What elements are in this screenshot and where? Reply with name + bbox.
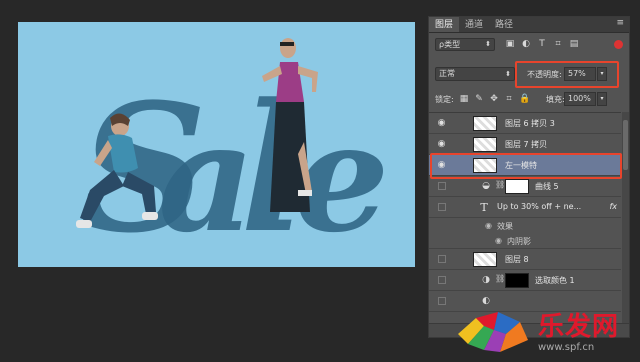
filter-kind-label: ρ类型 (439, 40, 461, 49)
blend-mode-select[interactable]: 正常 ⬍ (435, 67, 515, 81)
layer-mask-thumbnail (505, 179, 529, 194)
visibility-box[interactable] (438, 203, 446, 211)
visibility-box[interactable] (438, 297, 446, 305)
layer-row[interactable]: ◒ ⛓ 曲线 5 (429, 176, 621, 197)
fx-icon[interactable]: fx (609, 202, 617, 211)
layer-name: 左一模特 (505, 161, 537, 170)
visibility-box[interactable] (438, 276, 446, 284)
layer-thumbnail (473, 137, 497, 152)
fill-dropdown-icon[interactable]: ▾ (597, 92, 607, 106)
tab-layers[interactable]: 图层 (429, 17, 460, 32)
watermark: 乐发网 www.spf.cn (450, 300, 638, 360)
sale-artwork: S a l e (18, 22, 415, 267)
layer-row[interactable]: ◉ 图层 7 拷贝 (429, 134, 621, 155)
panel-menu-icon[interactable]: ≡ (611, 17, 629, 32)
lock-label: 锁定: (435, 95, 454, 104)
layer-name: 选取颜色 1 (535, 276, 575, 285)
effect-item-row[interactable]: ◉ 内阴影 (429, 233, 621, 249)
eye-icon[interactable]: ◉ (436, 160, 447, 170)
visibility-box[interactable] (438, 255, 446, 263)
fill-label: 填充: (546, 95, 565, 104)
watermark-url: www.spf.cn (538, 342, 595, 353)
chevron-down-icon: ⬍ (485, 40, 491, 48)
adjustment-filter-icon[interactable]: ◐ (521, 39, 531, 49)
layer-thumbnail (473, 116, 497, 131)
selective-color-icon: ◑ (482, 275, 490, 285)
eye-icon[interactable]: ◉ (495, 236, 502, 245)
layer-thumbnail (473, 252, 497, 267)
layer-row[interactable]: T Up to 30% off + ne... fx (429, 197, 621, 218)
eye-icon[interactable]: ◉ (436, 118, 447, 128)
filter-toggle-icon[interactable] (614, 40, 623, 49)
layer-name: 曲线 5 (535, 182, 559, 191)
smart-object-filter-icon[interactable]: ▤ (569, 39, 579, 49)
chain-link-icon[interactable]: ⛓ (495, 274, 505, 286)
brush-icon[interactable]: ✎ (474, 94, 484, 104)
layer-row[interactable]: ◑ ⛓ 选取颜色 1 (429, 270, 621, 291)
layer-row[interactable]: ◉ 图层 6 拷贝 3 (429, 113, 621, 134)
eye-icon[interactable]: ◉ (436, 139, 447, 149)
scrollbar-thumb[interactable] (623, 120, 628, 170)
lock-icon[interactable]: 🔒 (519, 94, 530, 104)
opacity-label: 不透明度: (527, 70, 562, 79)
move-icon[interactable]: ✥ (489, 94, 499, 104)
watermark-text: 乐发网 (538, 312, 620, 342)
type-filter-icon[interactable]: T (537, 39, 547, 49)
effects-label: 效果 (497, 222, 513, 231)
layer-list: ◉ 图层 6 拷贝 3 ◉ 图层 7 拷贝 ◉ 左一模特 ◒ ⛓ 曲线 5 T … (429, 112, 621, 324)
photoshop-workspace: S a l e (0, 0, 640, 362)
layer-row-selected[interactable]: ◉ 左一模特 (429, 155, 621, 176)
eye-icon[interactable]: ◉ (485, 221, 492, 230)
pixel-filter-icon[interactable]: ▣ (505, 39, 515, 49)
layer-thumbnail (473, 158, 497, 173)
filter-kind-select[interactable]: ρ类型 ⬍ (435, 38, 495, 51)
effects-row[interactable]: ◉ 效果 (429, 218, 621, 233)
chain-link-icon[interactable]: ⛓ (495, 180, 505, 192)
layers-panel: 图层 通道 路径 ≡ ρ类型 ⬍ ▣ ◐ T ⌗ ▤ 正常 ⬍ 不透明度: 57… (428, 16, 630, 338)
curves-icon: ◒ (482, 181, 490, 191)
blend-mode-value: 正常 (439, 69, 455, 78)
watermark-logo-icon (458, 312, 528, 352)
layer-row[interactable]: 图层 8 (429, 249, 621, 270)
tab-paths[interactable]: 路径 (489, 17, 519, 32)
visibility-box[interactable] (438, 182, 446, 190)
fill-input[interactable]: 100% (564, 92, 596, 106)
opacity-input[interactable]: 57% (564, 67, 596, 81)
shape-filter-icon[interactable]: ⌗ (553, 39, 563, 49)
text-layer-icon: T (480, 201, 488, 214)
layer-filter-row: ρ类型 ⬍ ▣ ◐ T ⌗ ▤ (429, 37, 629, 53)
tab-channels[interactable]: 通道 (459, 17, 489, 32)
layer-name: 图层 7 拷贝 (505, 140, 548, 149)
lock-transparency-icon[interactable]: ▦ (459, 94, 469, 104)
chevron-down-icon: ⬍ (505, 70, 511, 78)
document-canvas[interactable]: S a l e (18, 22, 415, 267)
panel-tab-bar: 图层 通道 路径 ≡ (429, 17, 629, 33)
blend-opacity-row: 正常 ⬍ 不透明度: 57% ▾ (429, 65, 629, 85)
opacity-dropdown-icon[interactable]: ▾ (597, 67, 607, 81)
artboard-icon[interactable]: ⌗ (504, 94, 514, 104)
effect-item-label: 内阴影 (507, 237, 531, 246)
layer-list-scrollbar[interactable] (622, 112, 629, 324)
layer-name: 图层 6 拷贝 3 (505, 119, 555, 128)
layer-name: Up to 30% off + ne... (497, 202, 582, 211)
layer-name: 图层 8 (505, 255, 529, 264)
lock-fill-row: 锁定: ▦ ✎ ✥ ⌗ 🔒 填充: 100% ▾ (429, 91, 629, 109)
layer-mask-thumbnail (505, 273, 529, 288)
